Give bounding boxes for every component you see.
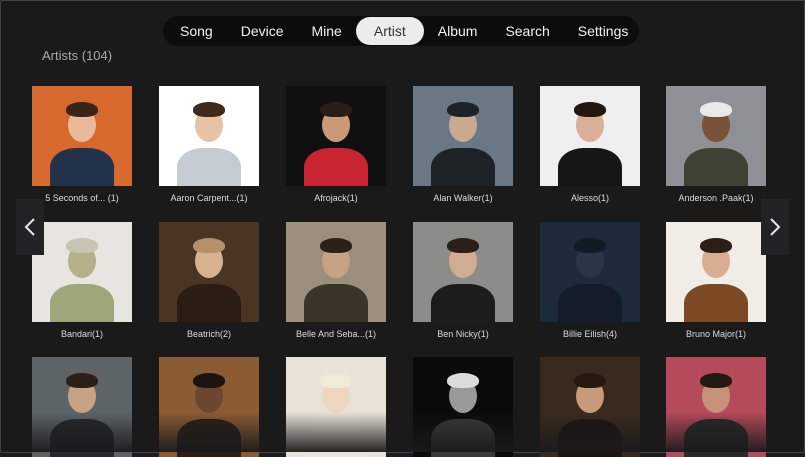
app-window: Song Device Mine Artist Album Search Set… xyxy=(0,0,805,457)
artist-photo xyxy=(159,86,259,186)
artist-card[interactable]: Alesso(1) xyxy=(540,86,640,203)
artist-card[interactable] xyxy=(413,357,513,457)
artist-photo xyxy=(540,222,640,322)
artist-figure xyxy=(50,284,114,322)
artist-figure xyxy=(304,419,368,457)
artist-hair xyxy=(700,102,732,117)
artist-card[interactable] xyxy=(666,357,766,457)
next-page-button[interactable] xyxy=(761,199,789,255)
artist-card[interactable] xyxy=(286,357,386,457)
artist-figure xyxy=(558,284,622,322)
artist-hair xyxy=(193,238,225,253)
top-navigation-bar: Song Device Mine Artist Album Search Set… xyxy=(163,16,639,46)
section-title: Artists (104) xyxy=(42,48,113,63)
artist-card[interactable]: Alan Walker(1) xyxy=(413,86,513,203)
artist-card[interactable]: Billie Eilish(4) xyxy=(540,222,640,339)
artist-figure xyxy=(177,419,241,457)
artist-figure xyxy=(50,148,114,186)
artist-name-label: Afrojack(1) xyxy=(314,193,358,203)
artist-hair xyxy=(320,373,352,388)
artist-card[interactable]: Afrojack(1) xyxy=(286,86,386,203)
artist-name-label: Aaron Carpent...(1) xyxy=(170,193,248,203)
artist-photo xyxy=(159,357,259,457)
artist-hair xyxy=(700,238,732,253)
artist-card[interactable]: Belle And Seba...(1) xyxy=(286,222,386,339)
artist-photo xyxy=(32,222,132,322)
artist-figure xyxy=(50,419,114,457)
chevron-left-icon xyxy=(24,218,35,236)
tab-song[interactable]: Song xyxy=(166,17,227,45)
artist-card[interactable]: 5 Seconds of... (1) xyxy=(32,86,132,203)
artist-hair xyxy=(320,238,352,253)
artist-name-label: Alan Walker(1) xyxy=(433,193,493,203)
artist-card[interactable]: Ben Nicky(1) xyxy=(413,222,513,339)
chevron-right-icon xyxy=(770,218,781,236)
artist-hair xyxy=(447,238,479,253)
artist-photo xyxy=(413,86,513,186)
tab-settings[interactable]: Settings xyxy=(564,17,643,45)
artist-photo xyxy=(32,357,132,457)
artist-figure xyxy=(177,148,241,186)
artist-card[interactable]: Aaron Carpent...(1) xyxy=(159,86,259,203)
artist-card[interactable] xyxy=(159,357,259,457)
tab-device[interactable]: Device xyxy=(227,17,298,45)
artist-figure xyxy=(684,419,748,457)
artist-hair xyxy=(574,238,606,253)
artist-hair xyxy=(193,373,225,388)
tab-artist[interactable]: Artist xyxy=(355,17,424,45)
artist-figure xyxy=(431,419,495,457)
artist-photo xyxy=(413,357,513,457)
tab-album[interactable]: Album xyxy=(424,17,492,45)
artist-hair xyxy=(574,373,606,388)
artist-name-label: Billie Eilish(4) xyxy=(562,329,617,339)
artist-figure xyxy=(431,284,495,322)
artist-photo xyxy=(666,222,766,322)
artist-figure xyxy=(684,148,748,186)
artist-photo xyxy=(666,357,766,457)
artist-name-label: Bandari(1) xyxy=(60,329,104,339)
artist-photo xyxy=(286,222,386,322)
artist-photo xyxy=(286,86,386,186)
artist-hair xyxy=(447,373,479,388)
artist-figure xyxy=(684,284,748,322)
artist-name-label: Ben Nicky(1) xyxy=(437,329,489,339)
artist-hair xyxy=(66,373,98,388)
artist-photo xyxy=(159,222,259,322)
artist-card[interactable] xyxy=(540,357,640,457)
artist-figure xyxy=(431,148,495,186)
artist-figure xyxy=(177,284,241,322)
artist-name-label: Alesso(1) xyxy=(570,193,609,203)
artist-photo xyxy=(413,222,513,322)
artist-photo xyxy=(666,86,766,186)
artist-hair xyxy=(193,102,225,117)
artist-card[interactable]: Bruno Major(1) xyxy=(666,222,766,339)
artist-card[interactable]: Anderson .Paak(1) xyxy=(666,86,766,203)
artist-hair xyxy=(66,102,98,117)
artist-hair xyxy=(447,102,479,117)
previous-page-button[interactable] xyxy=(16,199,44,255)
tab-search[interactable]: Search xyxy=(491,17,563,45)
artist-figure xyxy=(558,148,622,186)
artist-figure xyxy=(304,148,368,186)
artist-name-label: Belle And Seba...(1) xyxy=(295,329,377,339)
tab-mine[interactable]: Mine xyxy=(298,17,356,45)
artist-hair xyxy=(700,373,732,388)
artist-photo xyxy=(286,357,386,457)
artist-figure xyxy=(558,419,622,457)
artist-card[interactable]: Beatrich(2) xyxy=(159,222,259,339)
artist-card[interactable]: Bandari(1) xyxy=(32,222,132,339)
artist-photo xyxy=(540,357,640,457)
artist-card[interactable] xyxy=(32,357,132,457)
artist-name-label: Beatrich(2) xyxy=(186,329,231,339)
artist-hair xyxy=(66,238,98,253)
artist-hair xyxy=(320,102,352,117)
artist-hair xyxy=(574,102,606,117)
artist-photo xyxy=(32,86,132,186)
artist-photo xyxy=(540,86,640,186)
artist-name-label: Bruno Major(1) xyxy=(685,329,747,339)
artist-figure xyxy=(304,284,368,322)
